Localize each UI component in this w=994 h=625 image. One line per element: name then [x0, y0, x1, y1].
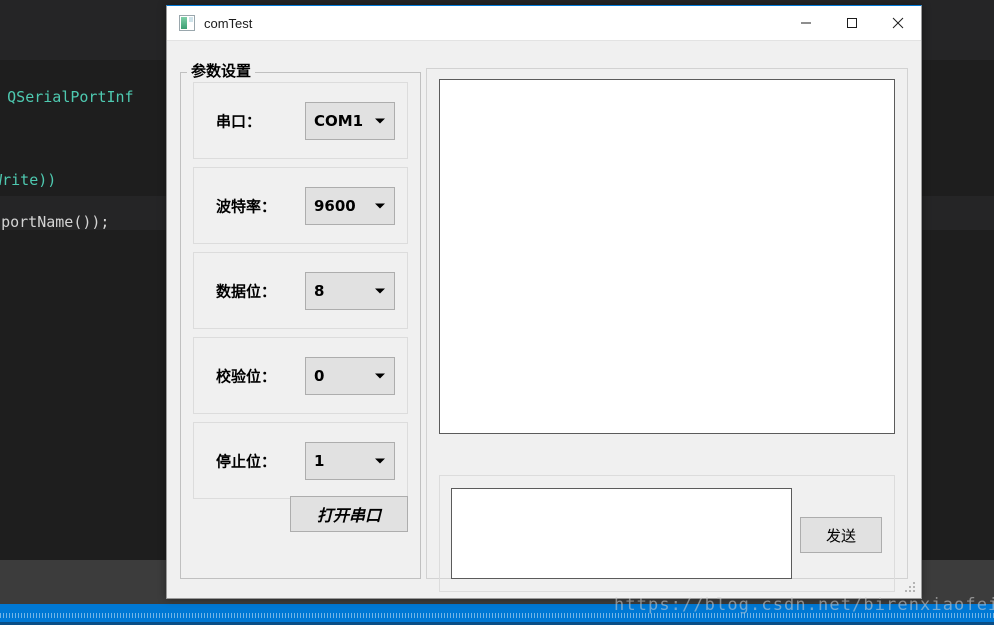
parity-bit-label: 校验位：: [216, 367, 277, 385]
param-row-parity-bit: 校验位： 0: [193, 337, 408, 414]
title-bar[interactable]: comTest: [167, 6, 921, 40]
chevron-down-icon: [375, 203, 385, 208]
param-row-baud-rate: 波特率： 9600: [193, 167, 408, 244]
chevron-down-icon: [375, 373, 385, 378]
open-serial-port-button[interactable]: 打开串口: [290, 496, 408, 532]
stop-bit-value: 1: [314, 451, 325, 470]
app-icon: [179, 15, 195, 31]
taskbar[interactable]: [0, 604, 994, 625]
code-line: nfo, QSerialPortInf: [0, 88, 134, 106]
baud-rate-combobox[interactable]: 9600: [305, 186, 395, 225]
data-bits-combobox[interactable]: 8: [305, 271, 395, 310]
close-button[interactable]: [875, 6, 921, 40]
minimize-icon: [801, 22, 811, 24]
code-token: eadWrite)): [0, 171, 57, 189]
code-token: al.portName());: [0, 213, 110, 231]
window-title: comTest: [204, 15, 253, 31]
chevron-down-icon: [375, 288, 385, 293]
serial-port-value: COM1: [314, 111, 364, 130]
maximize-icon: [847, 18, 857, 28]
parity-bit-value: 0: [314, 366, 325, 385]
stop-bit-label: 停止位：: [216, 452, 277, 470]
resize-grip[interactable]: [905, 582, 917, 594]
maximize-button[interactable]: [829, 6, 875, 40]
app-window[interactable]: comTest 参数设置 串口： COM1 波特率： 9600 数据位： 8 校…: [166, 5, 922, 599]
data-bits-value: 8: [314, 281, 325, 300]
minimize-button[interactable]: [783, 6, 829, 40]
screen: nfo, QSerialPortInf eadWrite)) al.portName…: [0, 0, 994, 625]
baud-rate-label: 波特率：: [216, 197, 277, 215]
serial-port-combobox[interactable]: COM1: [305, 101, 395, 140]
parity-bit-combobox[interactable]: 0: [305, 356, 395, 395]
serial-port-label: 串口：: [216, 112, 262, 130]
send-textarea[interactable]: [451, 488, 792, 579]
param-row-serial-port: 串口： COM1: [193, 82, 408, 159]
taskbar-stripe: [0, 613, 994, 618]
data-bits-label: 数据位：: [216, 282, 277, 300]
code-line: al.portName());: [0, 213, 109, 231]
window-controls: [783, 6, 921, 40]
stop-bit-combobox[interactable]: 1: [305, 441, 395, 480]
param-row-stop-bit: 停止位： 1: [193, 422, 408, 499]
close-icon: [892, 17, 904, 29]
code-line: eadWrite)): [0, 171, 56, 189]
param-row-data-bits: 数据位： 8: [193, 252, 408, 329]
send-button[interactable]: 发送: [800, 517, 882, 553]
baud-rate-value: 9600: [314, 196, 356, 215]
chevron-down-icon: [375, 118, 385, 123]
receive-textarea[interactable]: [439, 79, 895, 434]
settings-group-title: 参数设置: [187, 62, 256, 80]
code-token: QSerialPortInf: [7, 88, 134, 106]
chevron-down-icon: [375, 458, 385, 463]
window-client-area: 参数设置 串口： COM1 波特率： 9600 数据位： 8 校验位： 0 停止位： 1 打开串口…: [167, 41, 921, 598]
